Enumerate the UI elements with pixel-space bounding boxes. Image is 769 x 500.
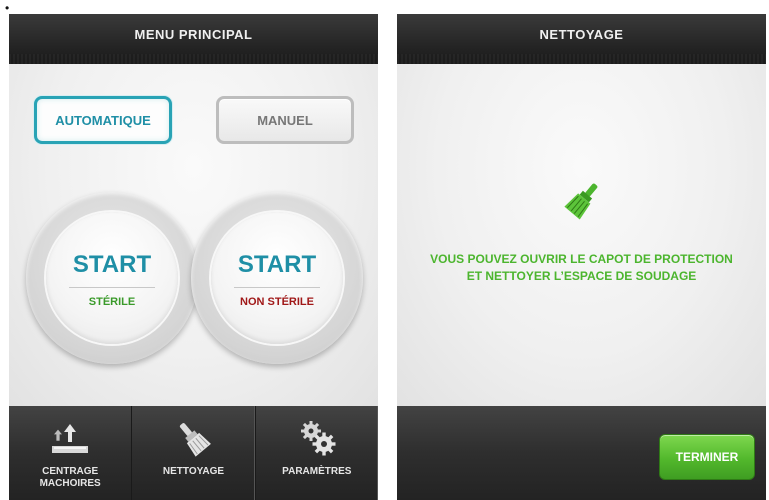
gears-icon: [300, 421, 336, 456]
footer-label-cleaning: NETTOYAGE: [162, 466, 225, 477]
main-menu-screen: MENU PRINCIPAL AUTOMATIQUE MANUEL START …: [9, 14, 378, 500]
cleaning-message-line-2: ET NETTOYER L’ESPACE DE SOUDAGE: [466, 269, 697, 283]
start-nonsterile-button[interactable]: START NON STÉRILE: [191, 192, 363, 364]
start-nonsterile-sublabel: NON STÉRILE: [240, 295, 314, 308]
footer-item-jaw-centering[interactable]: CENTRAGE MACHOIRES: [9, 406, 131, 500]
cleaning-footer: TERMINER: [397, 406, 766, 500]
cleaning-title: NETTOYAGE: [539, 26, 624, 42]
main-menu-header: MENU PRINCIPAL: [9, 14, 378, 64]
footer-label-settings: PARAMÈTRES: [282, 466, 352, 477]
stray-dot: •: [5, 1, 10, 15]
cleaning-message-line-1: VOUS POUVEZ OUVRIR LE CAPOT DE PROTECTIO…: [430, 252, 733, 266]
footer-label-jaw-centering: CENTRAGE MACHOIRES: [39, 466, 101, 489]
start-nonsterile-label: START: [237, 250, 317, 278]
cleaning-instructions: VOUS POUVEZ OUVRIR LE CAPOT DE PROTECTIO…: [407, 251, 756, 285]
start-sterile-sublabel: STÉRILE: [88, 295, 136, 308]
finish-button[interactable]: TERMINER: [659, 434, 755, 480]
main-menu-footer: CENTRAGE MACHOIRES NETTOYAGE PARAMÈTRES: [9, 406, 378, 500]
start-sterile-button[interactable]: START STÉRILE: [26, 192, 198, 364]
brush-icon: [564, 183, 598, 220]
start-sterile-label: START: [72, 250, 152, 278]
footer-item-cleaning[interactable]: NETTOYAGE: [131, 406, 254, 500]
start-sterile-divider: [69, 286, 155, 288]
cleaning-header: NETTOYAGE: [397, 14, 766, 64]
manual-mode-button[interactable]: MANUEL: [216, 96, 354, 144]
main-menu-title: MENU PRINCIPAL: [134, 26, 253, 42]
brush-icon: [180, 423, 212, 457]
cleaning-body: [397, 64, 766, 406]
start-nonsterile-face[interactable]: START NON STÉRILE: [211, 212, 343, 344]
start-nonsterile-divider: [234, 286, 320, 288]
footer-item-settings[interactable]: PARAMÈTRES: [254, 406, 378, 500]
automatic-mode-button[interactable]: AUTOMATIQUE: [34, 96, 172, 144]
start-sterile-face[interactable]: START STÉRILE: [46, 212, 178, 344]
jaw-centering-icon: [52, 424, 89, 453]
cleaning-screen: NETTOYAGE VOUS POUVEZ OUVRIR LE CAPOT DE…: [397, 14, 766, 500]
